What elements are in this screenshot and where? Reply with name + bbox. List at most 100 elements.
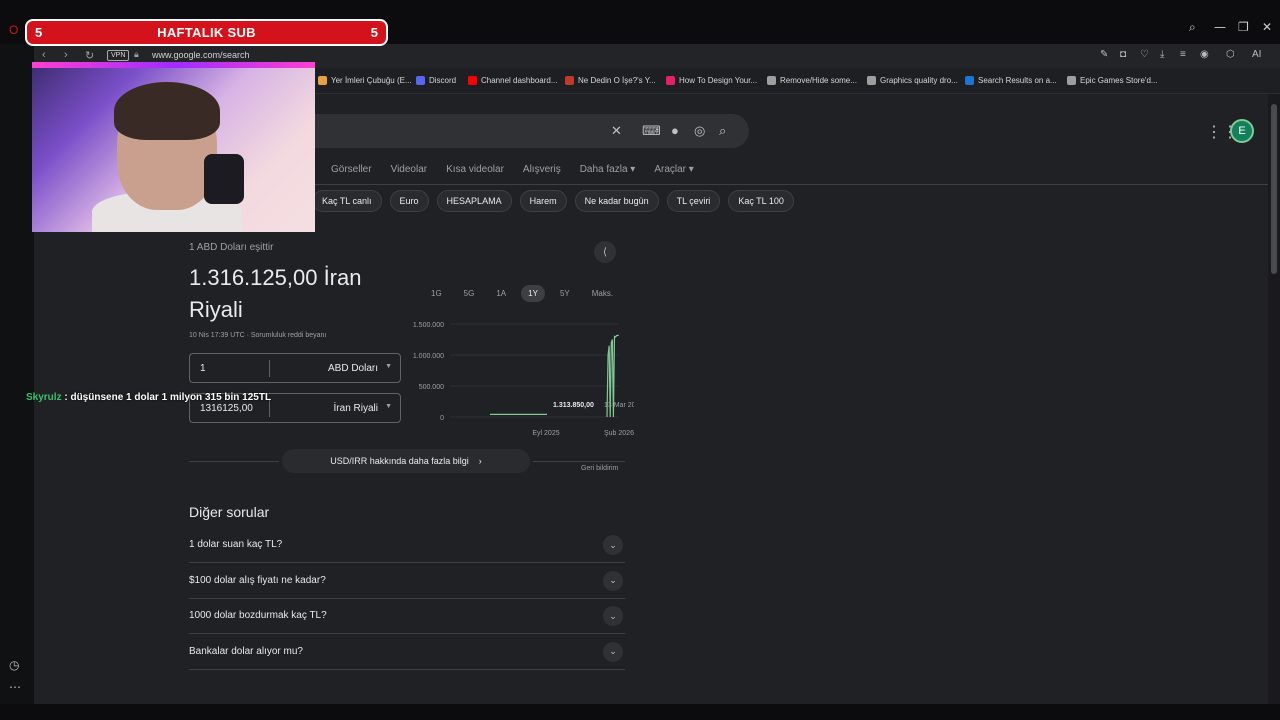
chevron-down-icon: ▼ (385, 403, 392, 410)
page-scrollbar[interactable] (1268, 94, 1280, 704)
reload-icon[interactable]: ↻ (85, 49, 94, 62)
refinement-chip[interactable]: Kaç TL canlı (312, 190, 382, 212)
range-option[interactable]: 5G (457, 285, 482, 302)
search-tab[interactable]: Alışveriş (523, 164, 561, 175)
refinement-chip[interactable]: Euro (389, 190, 429, 212)
clear-icon[interactable]: ✕ (611, 123, 622, 139)
range-option[interactable]: 1A (489, 285, 513, 302)
led-strip (32, 62, 315, 68)
chevron-down-icon: ▼ (385, 363, 392, 370)
from-amount[interactable]: 1 (200, 363, 206, 374)
bookmark-favicon-icon (965, 76, 974, 85)
heart-icon[interactable]: ♡ (1140, 49, 1149, 60)
bookmark-favicon-icon (867, 76, 876, 85)
bookmark-item[interactable]: How To Design Your... (666, 76, 757, 85)
people-also-ask-item[interactable]: 1 dolar suan kaç TL? ⌄ (189, 528, 625, 563)
search-input[interactable]: ✕ ⌨ ● ◎ ⌕ (294, 114, 749, 148)
y-tick-label: 500.000 (419, 384, 444, 391)
refinement-chips: Kaç TL canlı Euro HESAPLAMA Harem Ne kadar b… (312, 190, 794, 212)
bookmark-item[interactable]: Yer İmleri Çubuğu (E... (318, 76, 412, 85)
converter-result: 1.316.125,00 İran Riyali (189, 265, 362, 322)
chevron-down-icon[interactable]: ⌄ (603, 570, 623, 591)
opera-logo-icon[interactable]: O (9, 23, 18, 37)
question-text: 1 dolar suan kaç TL? (189, 539, 283, 550)
divider-right (533, 461, 625, 462)
from-currency-select[interactable]: ABD Doları (328, 363, 378, 374)
download-icon[interactable]: ⤓ (1160, 49, 1164, 60)
share-button[interactable]: ⟨ (594, 241, 616, 263)
keyboard-icon[interactable]: ⌨ (642, 123, 661, 139)
extensions-icon[interactable]: ⬡ (1226, 49, 1235, 60)
chevron-down-icon[interactable]: ⌄ (603, 606, 623, 626)
more-icon[interactable]: ⋯ (9, 680, 21, 694)
account-avatar[interactable]: E (1230, 119, 1254, 143)
range-option[interactable]: 1G (424, 285, 449, 302)
range-option[interactable]: 1Y (521, 285, 545, 302)
refinement-chip[interactable]: Harem (519, 190, 567, 212)
refinement-chip[interactable]: HESAPLAMA (436, 190, 512, 212)
browser-sidebar: O ◷ ⋯ (0, 23, 34, 704)
vpn-badge[interactable]: VPN (107, 50, 130, 61)
url-field[interactable]: www.google.com/search (152, 50, 250, 60)
bookmark-label: Channel dashboard... (481, 76, 558, 85)
back-icon[interactable]: ‹ (42, 49, 46, 61)
chevron-down-icon[interactable]: ⌄ (603, 535, 623, 555)
forward-icon[interactable]: › (64, 49, 68, 61)
bookmark-favicon-icon (416, 76, 425, 85)
to-amount[interactable]: 1316125,00 (200, 403, 253, 414)
refinement-chip[interactable]: TL çeviri (666, 190, 721, 212)
search-tab[interactable]: Videolar (391, 164, 428, 175)
bookmark-item[interactable]: Remove/Hide some... (767, 76, 857, 85)
camera-icon[interactable]: ◘ (1120, 49, 1126, 60)
people-also-ask-item[interactable]: 1000 dolar bozdurmak kaç TL? ⌄ (189, 599, 625, 634)
bookmark-item[interactable]: Search Results on a... (965, 76, 1057, 85)
close-window-icon[interactable]: ✕ (1262, 20, 1272, 34)
window-search-icon[interactable]: ⌕ (1189, 20, 1196, 35)
search-tab[interactable]: Görseller (331, 164, 372, 175)
range-option[interactable]: 5Y (553, 285, 577, 302)
chat-text: : düşünsene 1 dolar 1 milyon 315 bin 125… (64, 392, 272, 403)
restore-icon[interactable]: ❐ (1238, 20, 1249, 34)
search-tabs: Görseller Videolar Kısa videolar Alışveriş D… (331, 164, 713, 175)
question-text: Bankalar dolar alıyor mu? (189, 645, 303, 657)
bookmark-item[interactable]: Graphics quality dro... (867, 76, 958, 85)
stream-banner: 5 HAFTALIK SUB 5 (25, 19, 388, 46)
people-also-ask-item[interactable]: $100 dolar alış fiyatı ne kadar? ⌄ (189, 564, 625, 599)
menu-icon[interactable]: ≡ (1180, 49, 1186, 60)
chat-username: Skyrulz (26, 392, 62, 403)
x-tick-label: Şub 2026 (604, 430, 634, 437)
y-tick-label: 1.000.000 (413, 353, 444, 360)
edit-icon[interactable]: ✎ (1100, 49, 1108, 60)
streamer-hair (114, 82, 220, 140)
y-tick-label: 0 (440, 415, 444, 422)
to-currency-select[interactable]: İran Riyali (334, 403, 378, 414)
microphone-icon[interactable]: ● (671, 123, 679, 138)
people-also-ask-item[interactable]: Bankalar dolar alıyor mu? ⌄ (189, 635, 625, 670)
search-tab[interactable]: Araçlar ▾ (654, 164, 693, 175)
exchange-rate-chart[interactable]: 0 500.000 1.000.000 1.500.000 Eyl 2025 Şub 20… (404, 312, 634, 437)
chat-message: Skyrulz : düşünsene 1 dolar 1 milyon 315… (26, 392, 271, 403)
chevron-down-icon[interactable]: ⌄ (603, 641, 623, 662)
search-icon[interactable]: ⌕ (719, 123, 726, 139)
bookmark-item[interactable]: Epic Games Store'd... (1067, 76, 1158, 85)
feedback-link[interactable]: Geri bildirim (581, 465, 618, 472)
history-icon[interactable]: ◷ (9, 658, 19, 672)
more-info-button[interactable]: USD/IRR hakkında daha fazla bilgi › (282, 449, 530, 473)
search-tab[interactable]: Daha fazla ▾ (580, 164, 636, 175)
refinement-chip[interactable]: Ne kadar bugün (574, 190, 659, 212)
scrollbar-thumb[interactable] (1271, 104, 1277, 274)
bookmark-item[interactable]: Discord (416, 76, 456, 85)
range-option[interactable]: Maks. (585, 285, 620, 302)
minimize-icon[interactable]: — (1214, 20, 1226, 34)
bookmark-favicon-icon (1067, 76, 1076, 85)
lens-icon[interactable]: ◎ (694, 123, 705, 139)
webcam-overlay (32, 62, 315, 232)
banner-left-count: 5 (35, 25, 43, 40)
profile-icon[interactable]: ◉ (1200, 49, 1209, 60)
bookmark-item[interactable]: Ne Dedin O İşe?'s Y... (565, 76, 656, 85)
ai-button[interactable]: AI (1252, 49, 1261, 60)
refinement-chip[interactable]: Kaç TL 100 (728, 190, 794, 212)
from-currency-field[interactable]: 1 ABD Doları ▼ (189, 353, 401, 383)
search-tab[interactable]: Kısa videolar (446, 164, 504, 175)
bookmark-item[interactable]: Channel dashboard... (468, 76, 558, 85)
